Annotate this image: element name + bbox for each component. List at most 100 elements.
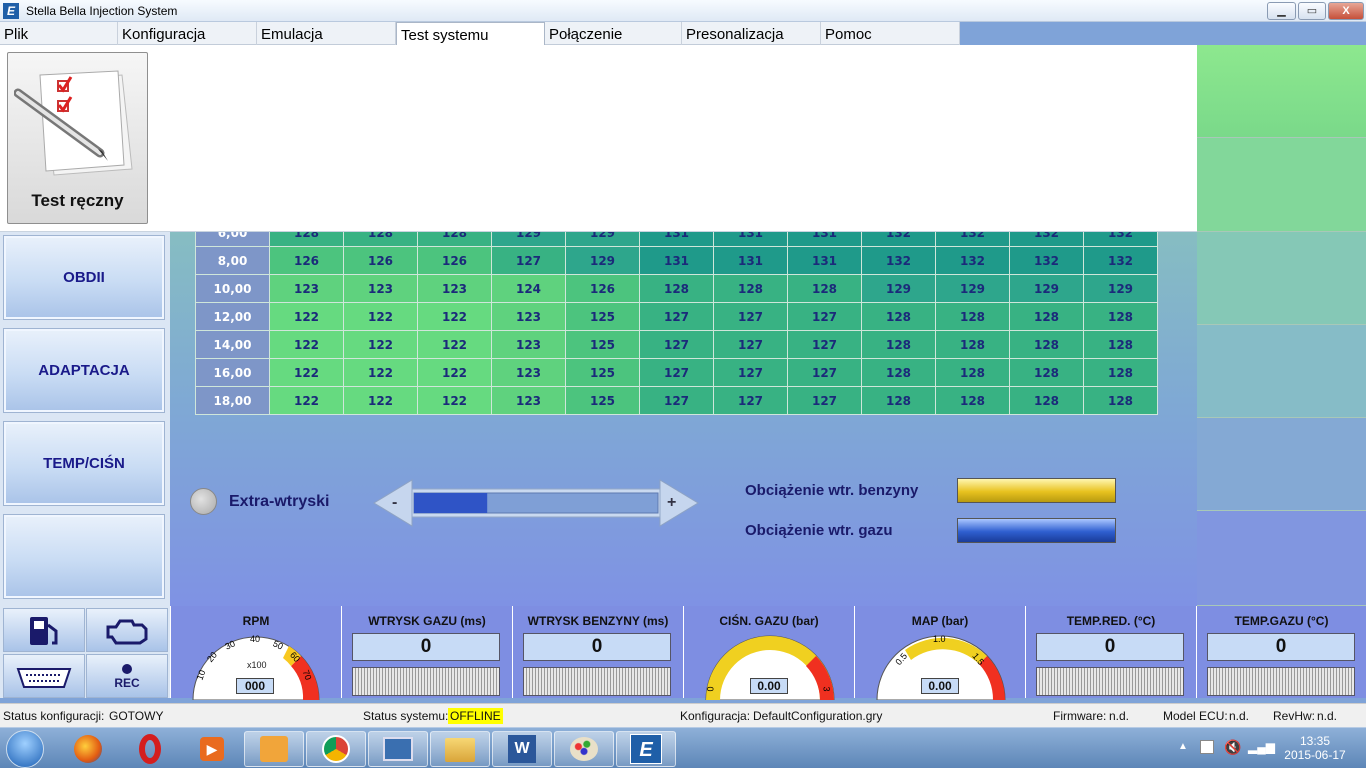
grid-cell[interactable]: 127	[787, 330, 862, 359]
grid-cell[interactable]: 128	[861, 302, 936, 331]
grid-cell[interactable]: 127	[639, 358, 714, 387]
grid-cell[interactable]: 122	[343, 330, 418, 359]
grid-cell[interactable]: 128	[343, 232, 418, 247]
grid-cell[interactable]: 132	[1009, 246, 1084, 275]
grid-cell[interactable]: 125	[565, 386, 640, 415]
grid-cell[interactable]: 128	[935, 358, 1010, 387]
menu-presonalizacja[interactable]: Presonalizacja	[682, 22, 821, 45]
grid-cell[interactable]: 128	[1009, 386, 1084, 415]
grid-cell[interactable]: 122	[269, 302, 344, 331]
signal-icon[interactable]: ▂▄▆	[1248, 740, 1275, 754]
grid-cell[interactable]: 127	[639, 330, 714, 359]
test-reczny-button[interactable]: Test ręczny	[7, 52, 148, 224]
grid-cell[interactable]: 128	[1009, 330, 1084, 359]
grid-cell[interactable]: 129	[861, 274, 936, 303]
obdii-button[interactable]: OBDII	[3, 235, 165, 320]
action-center-icon[interactable]	[1200, 740, 1214, 754]
firefox-taskbar-button[interactable]	[58, 731, 118, 767]
slider-plus-button[interactable]: +	[667, 494, 676, 512]
grid-cell[interactable]: 126	[565, 274, 640, 303]
grid-cell[interactable]: 128	[1083, 302, 1158, 331]
tray-chevron-icon[interactable]: ▲	[1178, 741, 1188, 752]
grid-cell[interactable]: 132	[861, 232, 936, 247]
grid-cell[interactable]: 128	[787, 274, 862, 303]
grid-cell[interactable]: 127	[787, 302, 862, 331]
grid-cell[interactable]: 131	[639, 246, 714, 275]
nav-empty-button[interactable]	[3, 514, 165, 599]
clock[interactable]: 13:35 2015-06-17	[1280, 734, 1350, 762]
slider-control[interactable]	[372, 478, 700, 528]
grid-cell[interactable]: 131	[639, 232, 714, 247]
fuel-button[interactable]	[3, 608, 85, 652]
grid-cell[interactable]: 126	[269, 246, 344, 275]
grid-cell[interactable]: 128	[861, 386, 936, 415]
grid-cell[interactable]: 125	[565, 302, 640, 331]
grid-cell[interactable]: 127	[713, 358, 788, 387]
explorer-taskbar-button[interactable]	[430, 731, 490, 767]
grid-cell[interactable]: 123	[343, 274, 418, 303]
grid-cell[interactable]: 132	[1009, 232, 1084, 247]
stella-taskbar-button[interactable]: E	[616, 731, 676, 767]
grid-cell[interactable]: 128	[1083, 330, 1158, 359]
minimize-button[interactable]: ▁	[1267, 2, 1296, 20]
grid-cell[interactable]: 122	[417, 358, 492, 387]
grid-cell[interactable]: 122	[417, 386, 492, 415]
temp-cisn-button[interactable]: TEMP/CIŚN	[3, 421, 165, 506]
engine-button[interactable]	[86, 608, 168, 652]
grid-cell[interactable]: 126	[417, 246, 492, 275]
grid-cell[interactable]: 122	[417, 302, 492, 331]
word-taskbar-button[interactable]: W	[492, 731, 552, 767]
grid-cell[interactable]: 131	[787, 232, 862, 247]
obd-connector-button[interactable]	[3, 654, 85, 698]
grid-cell[interactable]: 127	[713, 330, 788, 359]
grid-cell[interactable]: 123	[491, 302, 566, 331]
adaptacja-button[interactable]: ADAPTACJA	[3, 328, 165, 413]
opera-taskbar-button[interactable]	[120, 731, 180, 767]
outlook-taskbar-button[interactable]	[244, 731, 304, 767]
network-taskbar-button[interactable]	[368, 731, 428, 767]
grid-cell[interactable]: 128	[713, 274, 788, 303]
grid-cell[interactable]: 132	[935, 232, 1010, 247]
grid-cell[interactable]: 123	[491, 330, 566, 359]
paint-taskbar-button[interactable]	[554, 731, 614, 767]
grid-cell[interactable]: 128	[1009, 358, 1084, 387]
start-orb-icon[interactable]	[6, 730, 44, 768]
grid-cell[interactable]: 128	[1009, 302, 1084, 331]
grid-cell[interactable]: 128	[1083, 386, 1158, 415]
grid-cell[interactable]: 122	[269, 330, 344, 359]
grid-cell[interactable]: 128	[1083, 358, 1158, 387]
grid-cell[interactable]: 122	[269, 386, 344, 415]
grid-cell[interactable]: 128	[935, 302, 1010, 331]
grid-cell[interactable]: 124	[491, 274, 566, 303]
grid-cell[interactable]: 131	[787, 246, 862, 275]
menu-emulacja[interactable]: Emulacja	[257, 22, 396, 45]
grid-cell[interactable]: 132	[1083, 246, 1158, 275]
grid-cell[interactable]: 128	[639, 274, 714, 303]
grid-cell[interactable]: 129	[565, 246, 640, 275]
grid-cell[interactable]: 132	[935, 246, 1010, 275]
grid-cell[interactable]: 128	[861, 358, 936, 387]
grid-cell[interactable]: 129	[491, 232, 566, 247]
rec-button[interactable]: REC	[86, 654, 168, 698]
grid-cell[interactable]: 122	[343, 386, 418, 415]
maximize-button[interactable]: ▭	[1298, 2, 1326, 20]
grid-cell[interactable]: 129	[935, 274, 1010, 303]
grid-cell[interactable]: 128	[269, 232, 344, 247]
slider-minus-button[interactable]: -	[392, 494, 397, 512]
menu-konfiguracja[interactable]: Konfiguracja	[118, 22, 257, 45]
grid-cell[interactable]: 127	[713, 386, 788, 415]
grid-cell[interactable]: 127	[787, 386, 862, 415]
grid-cell[interactable]: 122	[343, 302, 418, 331]
media-taskbar-button[interactable]: ▶	[182, 731, 242, 767]
grid-cell[interactable]: 125	[565, 358, 640, 387]
grid-cell[interactable]: 129	[1009, 274, 1084, 303]
grid-cell[interactable]: 123	[491, 358, 566, 387]
grid-cell[interactable]: 132	[861, 246, 936, 275]
grid-cell[interactable]: 129	[565, 232, 640, 247]
grid-cell[interactable]: 131	[713, 232, 788, 247]
grid-cell[interactable]: 127	[639, 386, 714, 415]
grid-cell[interactable]: 123	[269, 274, 344, 303]
grid-cell[interactable]: 123	[491, 386, 566, 415]
volume-muted-icon[interactable]: 🔇	[1224, 739, 1241, 756]
grid-cell[interactable]: 122	[343, 358, 418, 387]
